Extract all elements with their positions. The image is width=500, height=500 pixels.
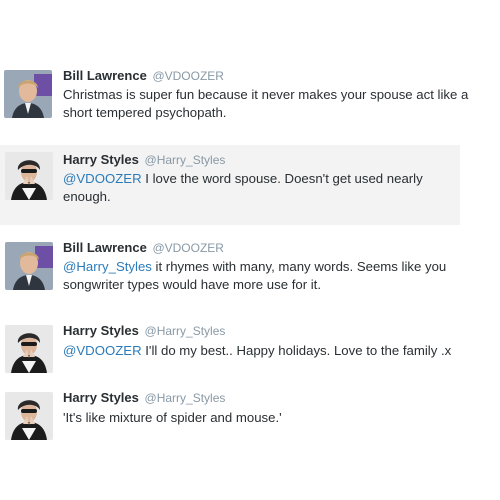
harry-styles-avatar-icon[interactable]	[5, 392, 53, 440]
harry-styles-avatar-icon[interactable]	[5, 152, 53, 200]
tweet-text: @Harry_Styles it rhymes with many, many …	[63, 258, 478, 294]
tweet-body: 'It's like mixture of spider and mouse.'	[63, 410, 282, 425]
tweet-body: I'll do my best.. Happy holidays. Love t…	[141, 343, 452, 358]
author-handle[interactable]: @Harry_Styles	[145, 153, 226, 167]
author-handle[interactable]: @Harry_Styles	[145, 391, 226, 405]
author-name[interactable]: Bill Lawrence	[63, 240, 147, 255]
tweet-text: @VDOOZER I love the word spouse. Doesn't…	[63, 170, 463, 206]
harry-styles-avatar-icon[interactable]	[5, 325, 53, 373]
tweet-body: Christmas is super fun because it never …	[63, 87, 469, 120]
bill-lawrence-avatar-icon[interactable]	[4, 70, 52, 118]
author-name[interactable]: Harry Styles	[63, 390, 139, 405]
tweet-text: @VDOOZER I'll do my best.. Happy holiday…	[63, 342, 483, 360]
author-name[interactable]: Harry Styles	[63, 152, 139, 167]
bill-lawrence-avatar-icon[interactable]	[5, 242, 53, 290]
author-handle[interactable]: @VDOOZER	[152, 69, 224, 83]
author-handle[interactable]: @VDOOZER	[152, 241, 224, 255]
mention-link[interactable]: @Harry_Styles	[63, 259, 152, 274]
mention-link[interactable]: @VDOOZER	[63, 343, 142, 358]
author-name[interactable]: Harry Styles	[63, 323, 139, 338]
author-name[interactable]: Bill Lawrence	[63, 68, 147, 83]
author-handle[interactable]: @Harry_Styles	[145, 324, 226, 338]
tweet-text: Christmas is super fun because it never …	[63, 86, 483, 122]
tweet-text: 'It's like mixture of spider and mouse.'	[63, 409, 483, 427]
mention-link[interactable]: @VDOOZER	[63, 171, 142, 186]
